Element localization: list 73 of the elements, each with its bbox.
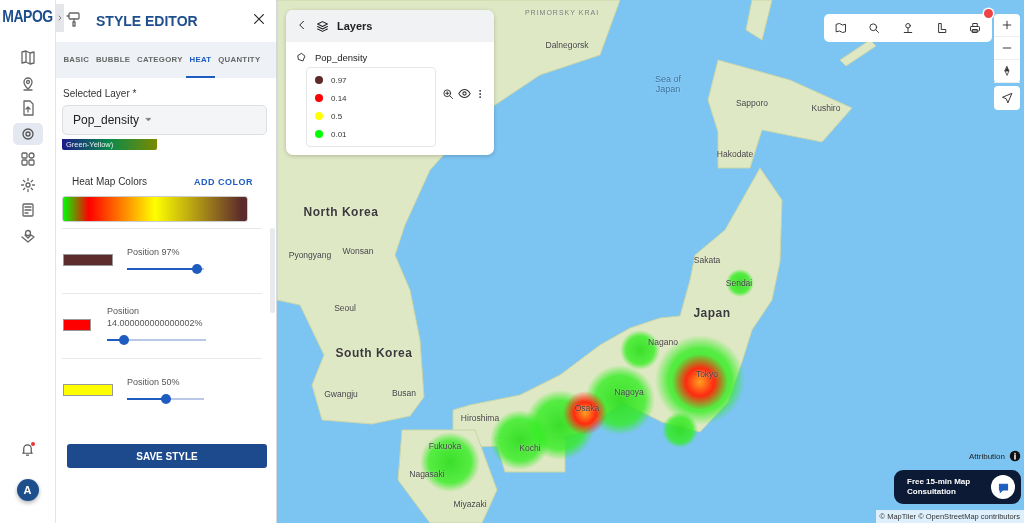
position-label: Position 97% bbox=[127, 246, 181, 258]
city-label: Hakodate bbox=[716, 149, 754, 159]
map-icon[interactable] bbox=[19, 49, 36, 65]
zoom-in-icon[interactable] bbox=[442, 87, 454, 100]
plus-icon bbox=[1001, 19, 1013, 31]
position-label: Position 50% bbox=[127, 376, 181, 388]
city-label: Kochi bbox=[519, 443, 541, 453]
country-label: Japan bbox=[693, 306, 731, 320]
close-icon[interactable] bbox=[252, 12, 266, 26]
city-label: Hiroshima bbox=[460, 413, 500, 423]
attribution-link[interactable]: Attribution bbox=[969, 451, 1006, 461]
locate-button[interactable] bbox=[994, 86, 1020, 110]
color-swatch[interactable] bbox=[63, 319, 91, 331]
sea-label: Sea of Japan bbox=[654, 74, 682, 94]
slider-thumb[interactable] bbox=[192, 264, 202, 274]
city-label: Miyazaki bbox=[453, 499, 487, 509]
position-label: Position 14.000000000000002% bbox=[107, 305, 204, 329]
expand-handle[interactable] bbox=[56, 4, 64, 32]
city-label: Seoul bbox=[334, 303, 356, 313]
layers-icon bbox=[316, 19, 329, 33]
save-style-button[interactable]: SAVE STYLE bbox=[67, 444, 267, 468]
user-avatar[interactable]: A bbox=[16, 479, 39, 501]
city-label: Tokyo bbox=[695, 369, 719, 379]
info-icon[interactable] bbox=[1009, 450, 1022, 462]
layer-select[interactable]: Pop_density bbox=[62, 105, 267, 135]
city-label: Busan bbox=[391, 388, 417, 398]
consultation-button[interactable]: Free 15-min Map Consultation bbox=[894, 470, 1021, 504]
print-icon[interactable] bbox=[969, 22, 982, 34]
polygon-icon bbox=[296, 52, 307, 63]
city-label: Pyongyang bbox=[288, 250, 332, 260]
city-label: Fukuoka bbox=[428, 441, 462, 451]
color-swatch[interactable] bbox=[63, 384, 113, 396]
layers-grid-icon[interactable] bbox=[19, 151, 36, 167]
panel-title: Layers bbox=[337, 20, 373, 32]
app-logo[interactable]: MAPOG bbox=[2, 6, 53, 26]
color-swatch[interactable] bbox=[63, 254, 113, 266]
city-label: Gwangju bbox=[324, 389, 358, 399]
country-label: North Korea bbox=[303, 205, 379, 219]
notification-dot bbox=[31, 442, 35, 446]
slider-thumb[interactable] bbox=[160, 394, 171, 404]
scrollbar[interactable] bbox=[270, 228, 275, 313]
field-label: Selected Layer * bbox=[63, 88, 138, 99]
city-label: Osaka bbox=[574, 403, 600, 413]
map-book-icon[interactable] bbox=[834, 22, 847, 34]
legend-label: 0.97 bbox=[331, 75, 347, 85]
add-color-button[interactable]: ADD COLOR bbox=[194, 176, 253, 187]
city-label: Dalnegorsk bbox=[545, 40, 589, 50]
city-label: Sakata bbox=[693, 255, 721, 265]
city-label: Kushiro bbox=[811, 103, 841, 113]
paint-brush-icon bbox=[66, 11, 82, 27]
search-icon[interactable] bbox=[868, 22, 881, 34]
panel-title: STYLE EDITOR bbox=[96, 13, 199, 29]
legend-label: 0.14 bbox=[331, 93, 347, 103]
pin-icon[interactable] bbox=[902, 22, 914, 34]
caret-icon bbox=[144, 115, 154, 124]
eye-icon[interactable] bbox=[458, 87, 471, 100]
city-label: Wonsan bbox=[342, 246, 374, 256]
city-label: Sapporo bbox=[735, 98, 769, 108]
close-badge[interactable] bbox=[984, 9, 993, 18]
report-icon[interactable] bbox=[19, 202, 36, 218]
section-label: Heat Map Colors bbox=[72, 176, 148, 187]
gear-icon[interactable] bbox=[19, 176, 36, 193]
country-label: South Korea bbox=[335, 346, 413, 360]
legend-label: 0.01 bbox=[331, 129, 347, 139]
city-label: Nagasaki bbox=[409, 469, 445, 479]
chevron-right-icon bbox=[56, 13, 64, 23]
layer-name[interactable]: Pop_density bbox=[315, 52, 368, 63]
bell-icon bbox=[20, 442, 35, 457]
compass-icon bbox=[1002, 65, 1012, 77]
slider-thumb[interactable] bbox=[119, 335, 130, 345]
navigation-arrow-icon bbox=[1001, 92, 1013, 104]
legend-label: 0.5 bbox=[331, 111, 343, 121]
city-label: Nagoya bbox=[614, 387, 644, 397]
